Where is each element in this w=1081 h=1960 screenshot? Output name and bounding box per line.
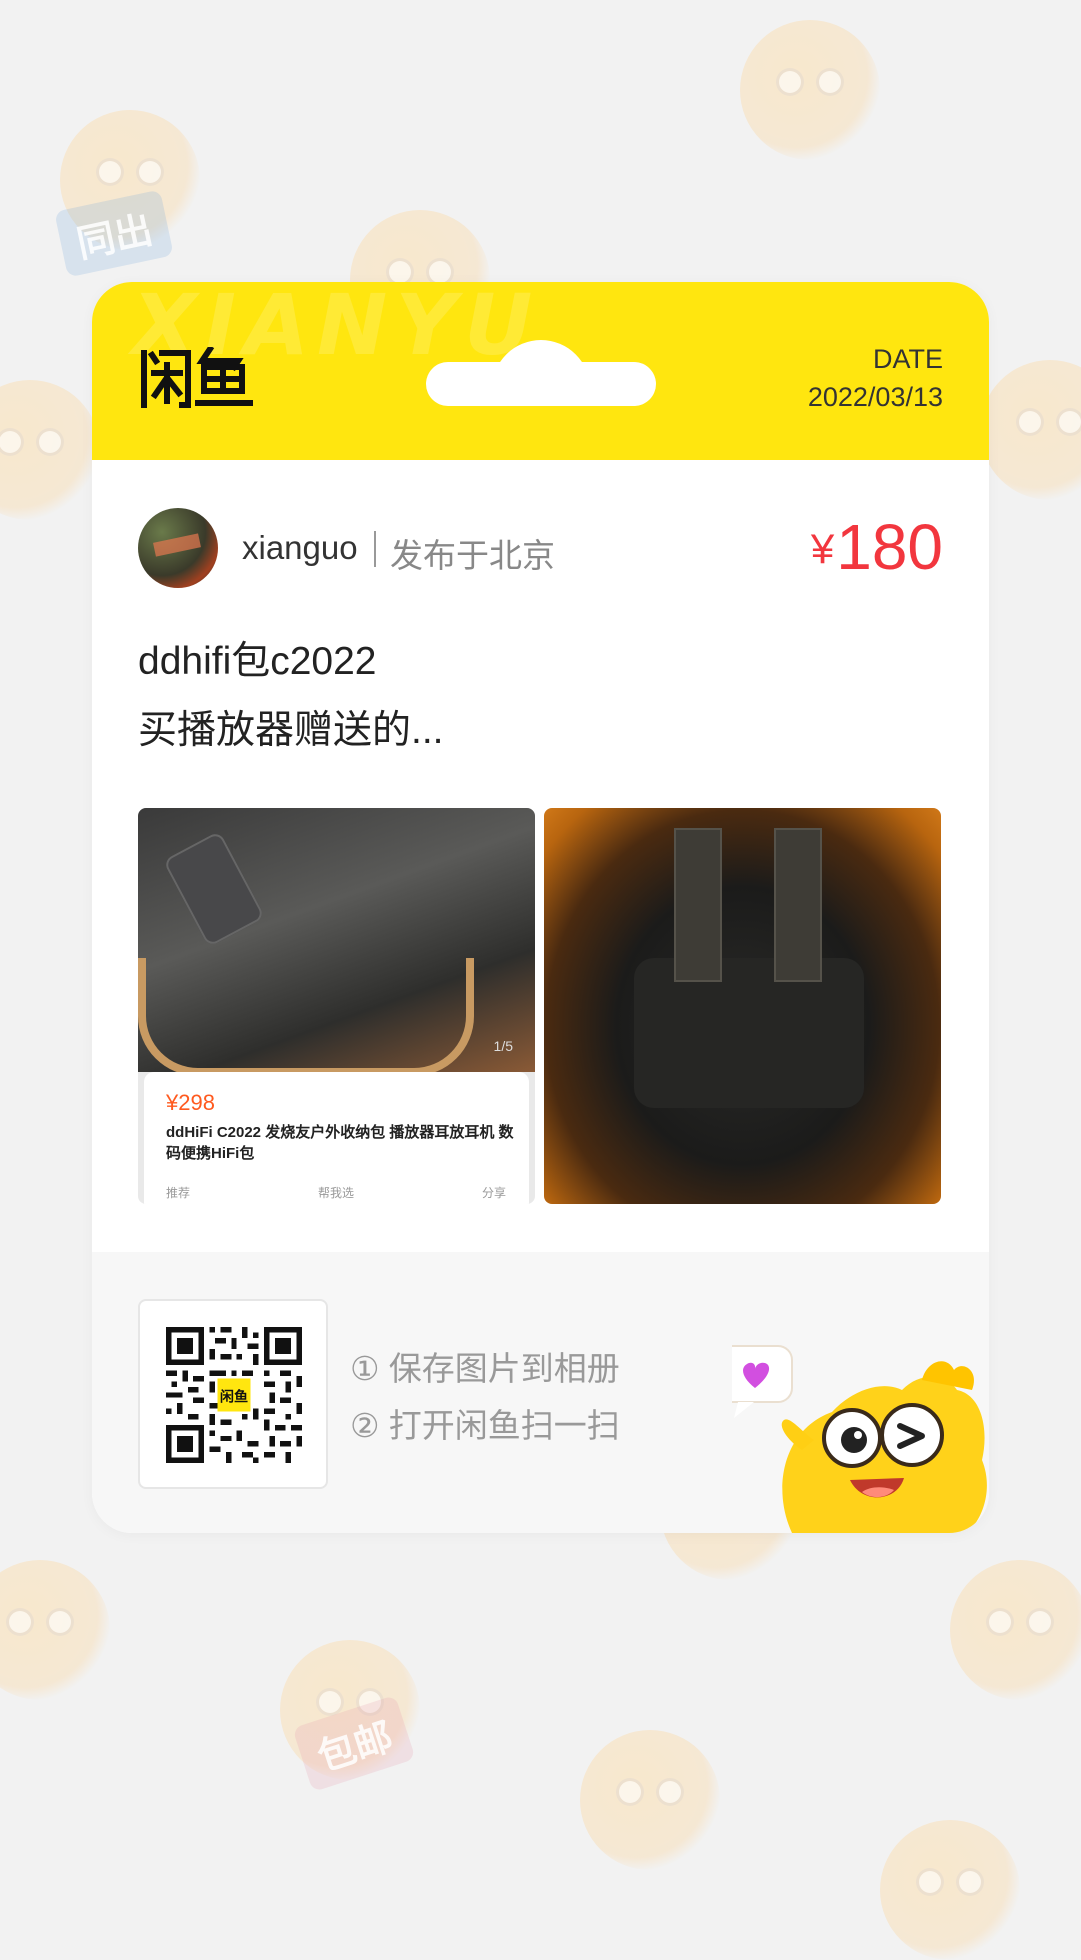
xianyu-logo-icon (141, 347, 253, 408)
card-header: XIANYU DATE 2022/03/13 (92, 282, 989, 460)
background-mascot (980, 360, 1081, 500)
photo-action-share: 分享 (481, 1186, 506, 1200)
mascot-fish-icon (732, 1345, 987, 1533)
photo-product-card: ¥298 ddHiFi C2022 发烧友户外收纳包 播放器耳放耳机 数码便携H… (144, 1072, 529, 1204)
card-hanger-notch (426, 340, 656, 406)
background-mascot (0, 1560, 110, 1700)
photo-phone (162, 830, 266, 948)
share-card: XIANYU DATE 2022/03/13 xianguo 发布于北京 ¥18… (92, 282, 989, 1533)
date-value: 2022/03/13 (807, 382, 943, 412)
instruction-save-image: ① 保存图片到相册 (350, 1350, 620, 1387)
qr-code-box[interactable]: 闲鱼 (138, 1299, 328, 1489)
photo-action-help-choose: 帮我选 (317, 1186, 354, 1200)
photo-product-price: ¥298 (166, 1090, 215, 1115)
description-line: 买播放器赠送的... (138, 709, 444, 752)
username-divider (374, 531, 376, 567)
listing-description: ddhifi包c2022 买播放器赠送的... (138, 627, 938, 765)
background-mascot (950, 1560, 1081, 1700)
photo-bag-strap (774, 828, 822, 982)
photo-action-recommend: 推荐 (166, 1186, 191, 1200)
photo-bag-body (634, 958, 864, 1108)
photo-product-actions: 推荐 帮我选 分享 (166, 1184, 506, 1201)
heart-bubble-icon (732, 1345, 793, 1418)
price-value: 180 (836, 511, 943, 583)
listing-photo-1[interactable]: 1/5 ¥298 ddHiFi C2022 发烧友户外收纳包 播放器耳放耳机 数… (138, 808, 535, 1204)
background-mascot (880, 1820, 1020, 1960)
description-line: ddhifi包c2022 (138, 640, 377, 683)
listing-photo-2[interactable] (544, 808, 941, 1204)
photo-scene: 1/5 (138, 808, 535, 1076)
photo-chair (138, 958, 474, 1076)
qr-center-logo: 闲鱼 (220, 1389, 248, 1406)
instruction-scan: ② 打开闲鱼扫一扫 (350, 1407, 620, 1444)
background-mascot (740, 20, 880, 160)
photo-product-title: ddHiFi C2022 发烧友户外收纳包 播放器耳放耳机 数码便携HiFi包 (166, 1124, 514, 1162)
background-mascot (580, 1730, 720, 1870)
qr-code-icon: 闲鱼 (166, 1327, 302, 1463)
card-footer: 闲鱼 ① 保存图片到相册 ② 打开闲鱼扫一扫 (92, 1252, 989, 1533)
listing-price: ¥180 (811, 510, 943, 584)
avatar (138, 508, 218, 588)
price-currency-symbol: ¥ (810, 525, 835, 572)
date-label: DATE (872, 344, 943, 374)
background-mascot (0, 380, 100, 520)
seller-username: xianguo (242, 529, 358, 566)
seller-location: 发布于北京 (390, 537, 555, 574)
photo-counter: 1/5 (493, 1038, 513, 1054)
photo-bag-strap (674, 828, 722, 982)
